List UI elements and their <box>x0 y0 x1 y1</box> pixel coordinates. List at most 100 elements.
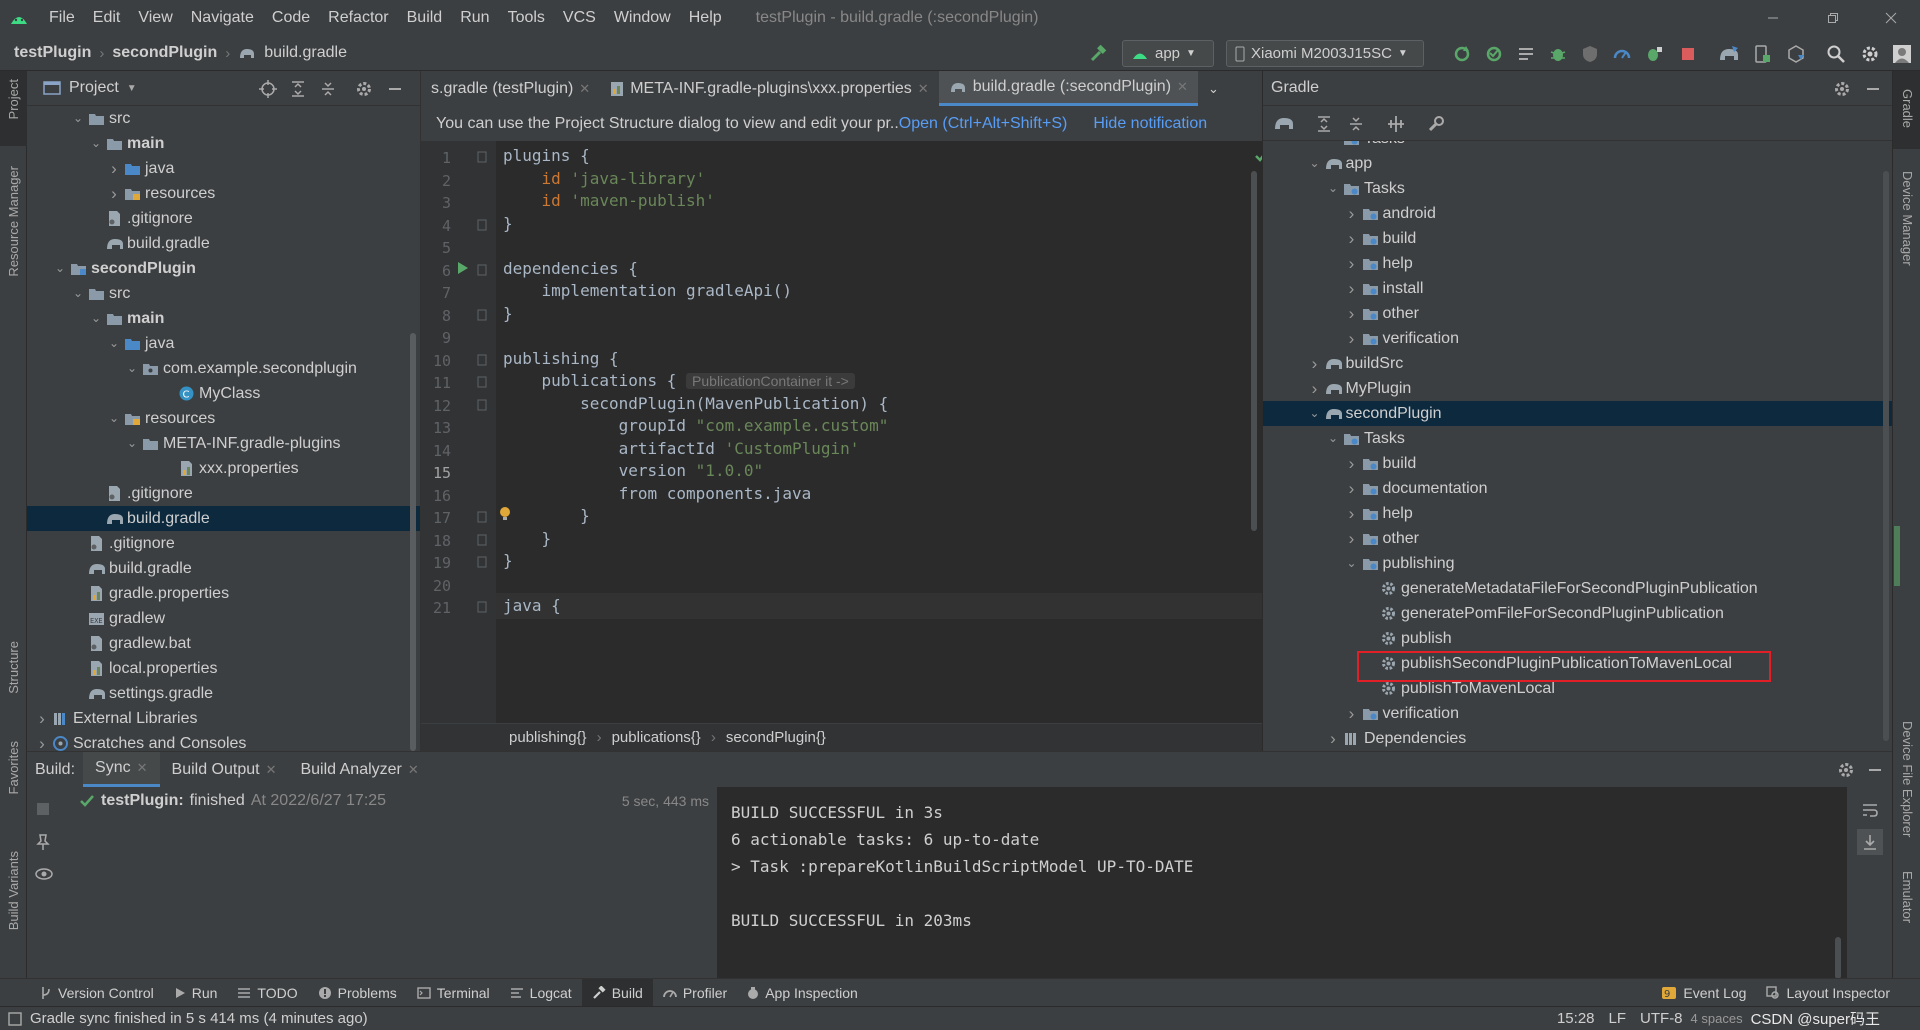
expand-all-icon[interactable] <box>1315 115 1333 133</box>
tree-item[interactable]: C MyClass <box>27 381 420 406</box>
project-panel-title[interactable]: Project <box>69 79 119 97</box>
fold-marker-icon[interactable] <box>477 534 487 546</box>
debug-bug-icon[interactable] <box>1548 44 1568 64</box>
breadcrumb-publishing[interactable]: publishing{} <box>509 729 587 746</box>
tree-item[interactable]: ⌄ main <box>27 306 420 331</box>
open-project-structure-link[interactable]: Open (Ctrl+Alt+Shift+S) <box>899 115 1068 133</box>
minimize-button[interactable] <box>1750 0 1796 35</box>
menu-edit[interactable]: Edit <box>84 9 130 27</box>
chevron-right-icon[interactable]: › <box>1345 201 1359 226</box>
tree-item[interactable]: ⌄ Tasks <box>1263 426 1893 451</box>
collapse-all-icon[interactable] <box>1347 115 1365 133</box>
indent-setting[interactable]: 4 spaces <box>1691 1011 1743 1026</box>
tree-item[interactable]: gradlew.bat <box>27 631 420 656</box>
tree-item[interactable]: ⌄ src <box>27 106 420 131</box>
tree-item[interactable]: ⌄ Tasks <box>1263 176 1893 201</box>
sync-result-row[interactable]: testPlugin: finished At 2022/6/27 17:25 … <box>69 787 709 815</box>
tree-item[interactable]: ⌄ com.example.secondplugin <box>27 356 420 381</box>
chevron-right-icon[interactable]: › <box>1326 141 1340 151</box>
tab-build-analyzer[interactable]: Build Analyzer ✕ <box>288 752 430 787</box>
apply-changes-restart-icon[interactable] <box>1452 44 1472 64</box>
chevron-down-icon[interactable]: ⌄ <box>71 281 85 306</box>
expand-all-icon[interactable] <box>289 80 307 98</box>
chevron-right-icon[interactable]: › <box>1308 351 1322 376</box>
pin-icon[interactable] <box>35 833 51 851</box>
tree-item[interactable]: ⌄ publishing <box>1263 551 1893 576</box>
chevron-down-icon[interactable]: ⌄ <box>1326 426 1340 451</box>
problems-tool-button[interactable]: Problems <box>308 979 407 1007</box>
sync-gradle-elephant-icon[interactable] <box>1718 44 1738 64</box>
version-control-tool-button[interactable]: Version Control <box>30 979 164 1007</box>
intention-lightbulb-icon[interactable] <box>499 506 511 522</box>
chevron-right-icon[interactable]: › <box>1345 476 1359 501</box>
tree-item[interactable]: build.gradle <box>27 231 420 256</box>
menu-run[interactable]: Run <box>451 9 498 27</box>
tree-item[interactable]: local.properties <box>27 656 420 681</box>
chevron-right-icon[interactable]: › <box>1345 276 1359 301</box>
tree-item[interactable]: generatePomFileForSecondPluginPublicatio… <box>1263 601 1893 626</box>
tab-build-gradle[interactable]: build.gradle (:secondPlugin) ✕ <box>938 71 1198 106</box>
chevron-right-icon[interactable]: › <box>1345 501 1359 526</box>
scroll-to-end-icon[interactable] <box>1857 829 1883 855</box>
device-manager-tool-tab[interactable]: Device Manager <box>1893 171 1920 321</box>
apply-code-changes-icon[interactable] <box>1484 44 1504 64</box>
breadcrumb-module[interactable]: secondPlugin <box>112 44 217 62</box>
tree-item[interactable]: › verification <box>1263 326 1893 351</box>
close-icon[interactable]: ✕ <box>579 81 590 97</box>
settings-gear-icon[interactable] <box>1860 44 1880 64</box>
menu-build[interactable]: Build <box>398 9 452 27</box>
chevron-down-icon[interactable]: ⌄ <box>1308 151 1322 176</box>
soft-wrap-icon[interactable] <box>1861 801 1879 819</box>
run-gutter-play-icon[interactable] <box>457 262 469 274</box>
chevron-down-icon[interactable]: ⌄ <box>1308 401 1322 426</box>
resource-manager-tool-tab[interactable]: Resource Manager <box>0 166 27 326</box>
chevron-down-icon[interactable]: ⌄ <box>107 406 121 431</box>
profiler-tool-button[interactable]: Profiler <box>653 979 737 1007</box>
menu-view[interactable]: View <box>129 9 181 27</box>
account-avatar-icon[interactable] <box>1892 44 1912 64</box>
chevron-down-icon[interactable]: ⌄ <box>125 431 139 456</box>
chevron-down-icon[interactable]: ⌄ <box>89 131 103 156</box>
tree-item[interactable]: › help <box>1263 251 1893 276</box>
device-file-explorer-tool-tab[interactable]: Device File Explorer <box>1893 721 1920 841</box>
tree-item[interactable]: › build <box>1263 226 1893 251</box>
coverage-shield-icon[interactable] <box>1580 44 1600 64</box>
fold-marker-icon[interactable] <box>477 399 487 411</box>
tree-item[interactable]: › resources <box>27 181 420 206</box>
tree-item[interactable]: build.gradle <box>27 506 420 531</box>
chevron-right-icon[interactable]: › <box>1308 376 1322 401</box>
project-tool-tab[interactable]: Project <box>0 71 27 146</box>
tree-item[interactable]: › External Libraries <box>27 706 420 731</box>
toggle-offline-icon[interactable] <box>1387 115 1405 133</box>
breadcrumb-file[interactable]: build.gradle <box>264 44 347 62</box>
collapse-all-icon[interactable] <box>319 80 337 98</box>
build-console-output[interactable]: BUILD SUCCESSFUL in 3s 6 actionable task… <box>717 787 1847 979</box>
chevron-down-icon[interactable]: ⌄ <box>53 256 67 281</box>
reload-gradle-icon[interactable] <box>1273 114 1295 132</box>
chevron-down-icon[interactable]: ⌄ <box>89 306 103 331</box>
restore-button[interactable] <box>1810 0 1856 35</box>
tree-item[interactable]: ⌄ META-INF.gradle-plugins <box>27 431 420 456</box>
breadcrumb-project[interactable]: testPlugin <box>14 44 91 62</box>
tree-item[interactable]: ⌄ secondPlugin <box>27 256 420 281</box>
close-icon[interactable]: ✕ <box>408 762 419 778</box>
run-tests-list-icon[interactable] <box>1516 44 1536 64</box>
tree-item[interactable]: › java <box>27 156 420 181</box>
chevron-down-icon[interactable]: ⌄ <box>71 106 85 131</box>
device-manager-icon[interactable] <box>1752 44 1772 64</box>
stop-icon[interactable] <box>1678 44 1698 64</box>
line-separator[interactable]: LF <box>1609 1010 1627 1027</box>
tree-item[interactable]: .gitignore <box>27 206 420 231</box>
fold-marker-icon[interactable] <box>477 151 487 163</box>
stop-square-icon[interactable] <box>35 801 51 817</box>
menu-help[interactable]: Help <box>680 9 731 27</box>
chevron-right-icon[interactable]: › <box>1345 226 1359 251</box>
tree-item[interactable]: EXE gradlew <box>27 606 420 631</box>
file-encoding[interactable]: UTF-8 <box>1640 1010 1683 1027</box>
chevron-right-icon[interactable]: › <box>1345 326 1359 351</box>
tree-item[interactable]: ⌄ main <box>27 131 420 156</box>
hide-notification-link[interactable]: Hide notification <box>1093 115 1207 133</box>
run-config-select[interactable]: app ▼ <box>1122 40 1214 67</box>
breadcrumb-secondplugin[interactable]: secondPlugin{} <box>726 729 826 746</box>
search-icon[interactable] <box>1826 44 1846 64</box>
